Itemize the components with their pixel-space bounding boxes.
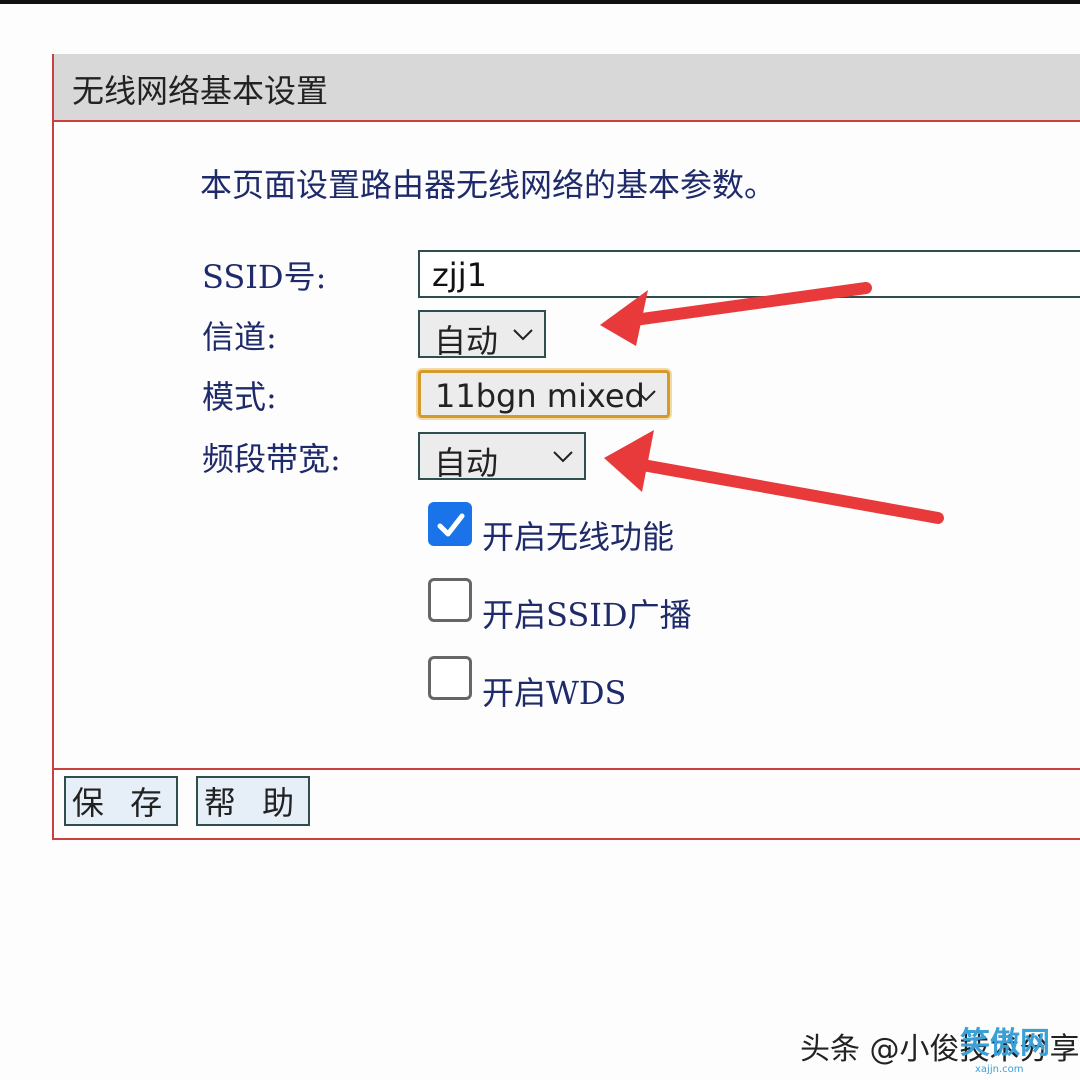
enable-wireless-checkbox[interactable] bbox=[428, 502, 472, 546]
watermark-logo: 笑傲网 bbox=[960, 1026, 1050, 1061]
bandwidth-label: 频段带宽: bbox=[202, 440, 341, 478]
enable-wireless-label: 开启无线功能 bbox=[482, 518, 675, 556]
enable-ssid-broadcast-label: 开启SSID广播 bbox=[482, 596, 692, 634]
channel-label: 信道: bbox=[202, 318, 277, 356]
watermark-site: xajjn.com bbox=[975, 1064, 1024, 1075]
button-bar: 保 存 帮 助 bbox=[54, 768, 1080, 838]
wireless-settings-panel: 无线网络基本设置 本页面设置路由器无线网络的基本参数。 SSID号: zjj1 … bbox=[52, 54, 1080, 840]
mode-value: 11bgn mixed bbox=[435, 377, 645, 415]
ssid-input[interactable]: zjj1 bbox=[418, 250, 1080, 298]
panel-title: 无线网络基本设置 bbox=[72, 72, 329, 110]
chevron-down-icon bbox=[513, 329, 533, 341]
help-button[interactable]: 帮 助 bbox=[196, 776, 310, 826]
channel-select[interactable]: 自动 bbox=[418, 310, 546, 360]
save-button[interactable]: 保 存 bbox=[64, 776, 178, 826]
channel-value: 自动 bbox=[434, 322, 499, 360]
ssid-value: zjj1 bbox=[432, 256, 487, 294]
mode-select[interactable]: 11bgn mixed bbox=[418, 370, 670, 418]
enable-wds-label: 开启WDS bbox=[482, 674, 627, 712]
checkmark-icon bbox=[437, 513, 465, 537]
top-border bbox=[0, 0, 1080, 4]
panel-description: 本页面设置路由器无线网络的基本参数。 bbox=[200, 166, 777, 204]
mode-label: 模式: bbox=[202, 378, 277, 416]
enable-wds-checkbox[interactable] bbox=[428, 656, 472, 700]
bandwidth-select[interactable]: 自动 bbox=[418, 432, 586, 482]
ssid-label: SSID号: bbox=[202, 258, 327, 296]
bandwidth-value: 自动 bbox=[434, 444, 499, 482]
panel-header: 无线网络基本设置 bbox=[54, 54, 1080, 122]
chevron-down-icon bbox=[636, 390, 656, 402]
chevron-down-icon bbox=[553, 451, 573, 463]
enable-ssid-broadcast-checkbox[interactable] bbox=[428, 578, 472, 622]
